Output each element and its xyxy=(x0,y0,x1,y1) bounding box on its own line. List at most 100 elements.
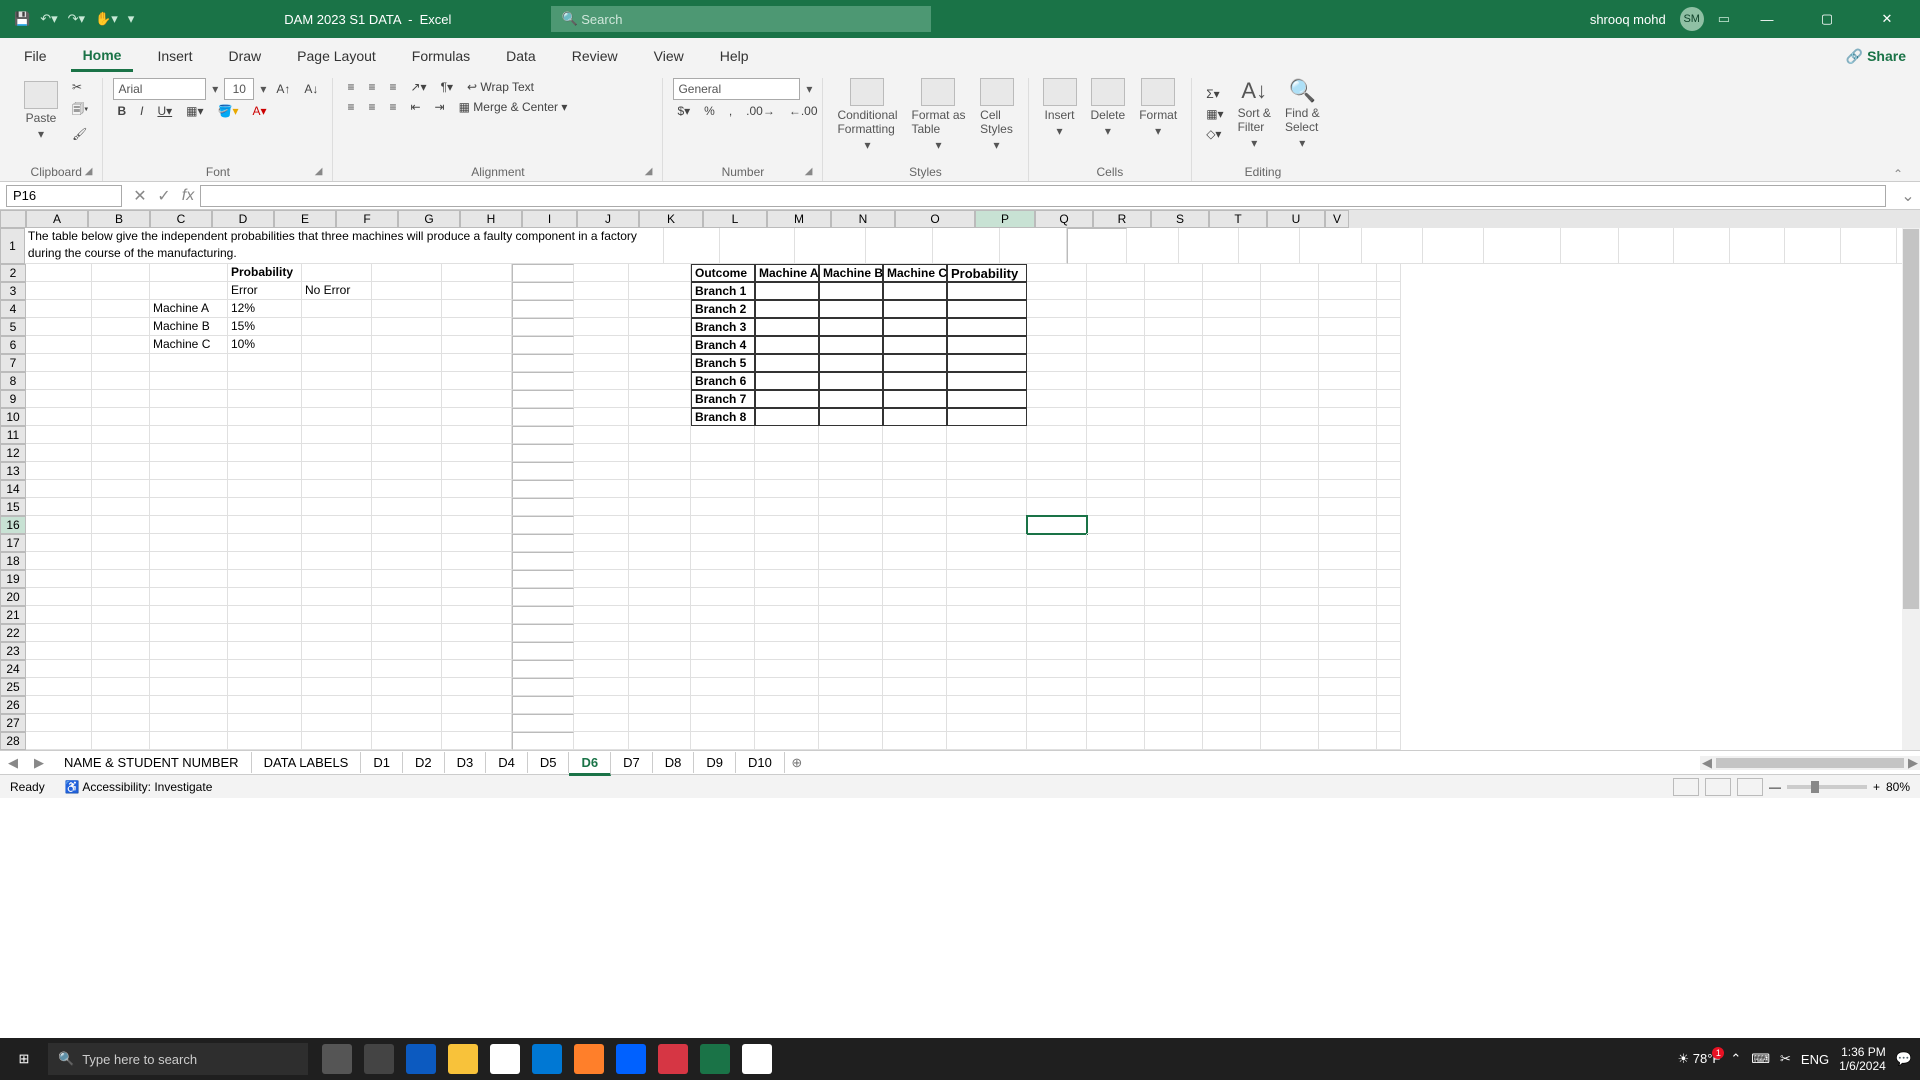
cell-B3[interactable] xyxy=(92,282,150,300)
cell-B19[interactable] xyxy=(92,570,150,588)
maximize-button[interactable]: ▢ xyxy=(1804,0,1850,38)
cell-F24[interactable] xyxy=(372,660,442,678)
tray-expand-icon[interactable]: ⌃ xyxy=(1730,1051,1741,1067)
cell-G5[interactable] xyxy=(442,318,512,336)
cell-D7[interactable] xyxy=(228,354,302,372)
cell-V21[interactable] xyxy=(1377,606,1401,624)
cell-L1[interactable] xyxy=(1300,228,1361,264)
cell-G6[interactable] xyxy=(442,336,512,354)
cell-V25[interactable] xyxy=(1377,678,1401,696)
cell-Q26[interactable] xyxy=(1087,696,1145,714)
cell-Q22[interactable] xyxy=(1087,624,1145,642)
cell-K2[interactable]: Outcome xyxy=(691,264,755,282)
cell-N6[interactable] xyxy=(883,336,947,354)
chrome-icon[interactable] xyxy=(742,1044,772,1074)
cell-A16[interactable] xyxy=(26,516,92,534)
tab-page-layout[interactable]: Page Layout xyxy=(285,42,388,70)
cell-M20[interactable] xyxy=(819,588,883,606)
cell-K19[interactable] xyxy=(691,570,755,588)
cell-K18[interactable] xyxy=(691,552,755,570)
cell-Q27[interactable] xyxy=(1087,714,1145,732)
cell-U14[interactable] xyxy=(1319,480,1377,498)
row-header-10[interactable]: 10 xyxy=(0,408,26,426)
align-bottom-icon[interactable]: ≡ xyxy=(385,78,400,96)
cell-T14[interactable] xyxy=(1261,480,1319,498)
cell-P8[interactable] xyxy=(1027,372,1087,390)
cell-G4[interactable] xyxy=(442,300,512,318)
cell-H26[interactable] xyxy=(512,696,574,714)
sort-filter-button[interactable]: A↓Sort & Filter▾ xyxy=(1234,78,1275,150)
excel-icon[interactable] xyxy=(700,1044,730,1074)
cell-N24[interactable] xyxy=(883,660,947,678)
cell-K10[interactable]: Branch 8 xyxy=(691,408,755,426)
font-name-select[interactable]: Arial xyxy=(113,78,206,100)
cell-E4[interactable] xyxy=(302,300,372,318)
cell-L6[interactable] xyxy=(755,336,819,354)
cell-R22[interactable] xyxy=(1145,624,1203,642)
cell-H18[interactable] xyxy=(512,552,574,570)
cell-T20[interactable] xyxy=(1261,588,1319,606)
italic-button[interactable]: I xyxy=(136,102,147,120)
cell-F19[interactable] xyxy=(372,570,442,588)
cell-H14[interactable] xyxy=(512,480,574,498)
cell-D16[interactable] xyxy=(228,516,302,534)
column-header-E[interactable]: E xyxy=(274,210,336,228)
cell-P17[interactable] xyxy=(1027,534,1087,552)
cell-R20[interactable] xyxy=(1145,588,1203,606)
cell-G8[interactable] xyxy=(442,372,512,390)
cell-C10[interactable] xyxy=(150,408,228,426)
cell-E12[interactable] xyxy=(302,444,372,462)
cell-F14[interactable] xyxy=(372,480,442,498)
cell-F17[interactable] xyxy=(372,534,442,552)
cell-P15[interactable] xyxy=(1027,498,1087,516)
cell-V11[interactable] xyxy=(1377,426,1401,444)
cell-B12[interactable] xyxy=(92,444,150,462)
row-header-26[interactable]: 26 xyxy=(0,696,26,714)
cell-K14[interactable] xyxy=(691,480,755,498)
cell-M11[interactable] xyxy=(819,426,883,444)
increase-decimal-button[interactable]: .00→ xyxy=(742,102,779,120)
cell-R19[interactable] xyxy=(1145,570,1203,588)
fx-icon[interactable]: fx xyxy=(176,187,200,205)
cell-P1[interactable] xyxy=(1561,228,1619,264)
cell-R14[interactable] xyxy=(1145,480,1203,498)
cell-F13[interactable] xyxy=(372,462,442,480)
cell-P26[interactable] xyxy=(1027,696,1087,714)
cell-V5[interactable] xyxy=(1377,318,1401,336)
cell-M21[interactable] xyxy=(819,606,883,624)
cell-G25[interactable] xyxy=(442,678,512,696)
cell-G23[interactable] xyxy=(442,642,512,660)
cell-G16[interactable] xyxy=(442,516,512,534)
cell-D26[interactable] xyxy=(228,696,302,714)
normal-view-button[interactable] xyxy=(1673,778,1699,796)
cell-H8[interactable] xyxy=(512,372,574,390)
cell-S15[interactable] xyxy=(1203,498,1261,516)
cell-N27[interactable] xyxy=(883,714,947,732)
cell-B27[interactable] xyxy=(92,714,150,732)
row-header-22[interactable]: 22 xyxy=(0,624,26,642)
cell-Q14[interactable] xyxy=(1087,480,1145,498)
column-header-D[interactable]: D xyxy=(212,210,274,228)
row-header-28[interactable]: 28 xyxy=(0,732,26,750)
cell-Q8[interactable] xyxy=(1087,372,1145,390)
cell-A12[interactable] xyxy=(26,444,92,462)
cell-T7[interactable] xyxy=(1261,354,1319,372)
taskbar-search[interactable]: 🔍 Type here to search xyxy=(48,1043,308,1075)
align-right-icon[interactable]: ≡ xyxy=(385,98,400,116)
cell-A3[interactable] xyxy=(26,282,92,300)
cell-B16[interactable] xyxy=(92,516,150,534)
cell-I24[interactable] xyxy=(574,660,629,678)
cell-D28[interactable] xyxy=(228,732,302,750)
close-button[interactable]: ✕ xyxy=(1864,0,1910,38)
number-launcher[interactable]: ◢ xyxy=(805,166,813,177)
cell-U10[interactable] xyxy=(1319,408,1377,426)
cell-T16[interactable] xyxy=(1261,516,1319,534)
cell-S8[interactable] xyxy=(1203,372,1261,390)
cell-A1[interactable]: The table below give the independent pro… xyxy=(25,228,665,264)
cell-S6[interactable] xyxy=(1203,336,1261,354)
cell-O13[interactable] xyxy=(947,462,1027,480)
cell-T4[interactable] xyxy=(1261,300,1319,318)
cell-E5[interactable] xyxy=(302,318,372,336)
cell-S11[interactable] xyxy=(1203,426,1261,444)
cell-M18[interactable] xyxy=(819,552,883,570)
